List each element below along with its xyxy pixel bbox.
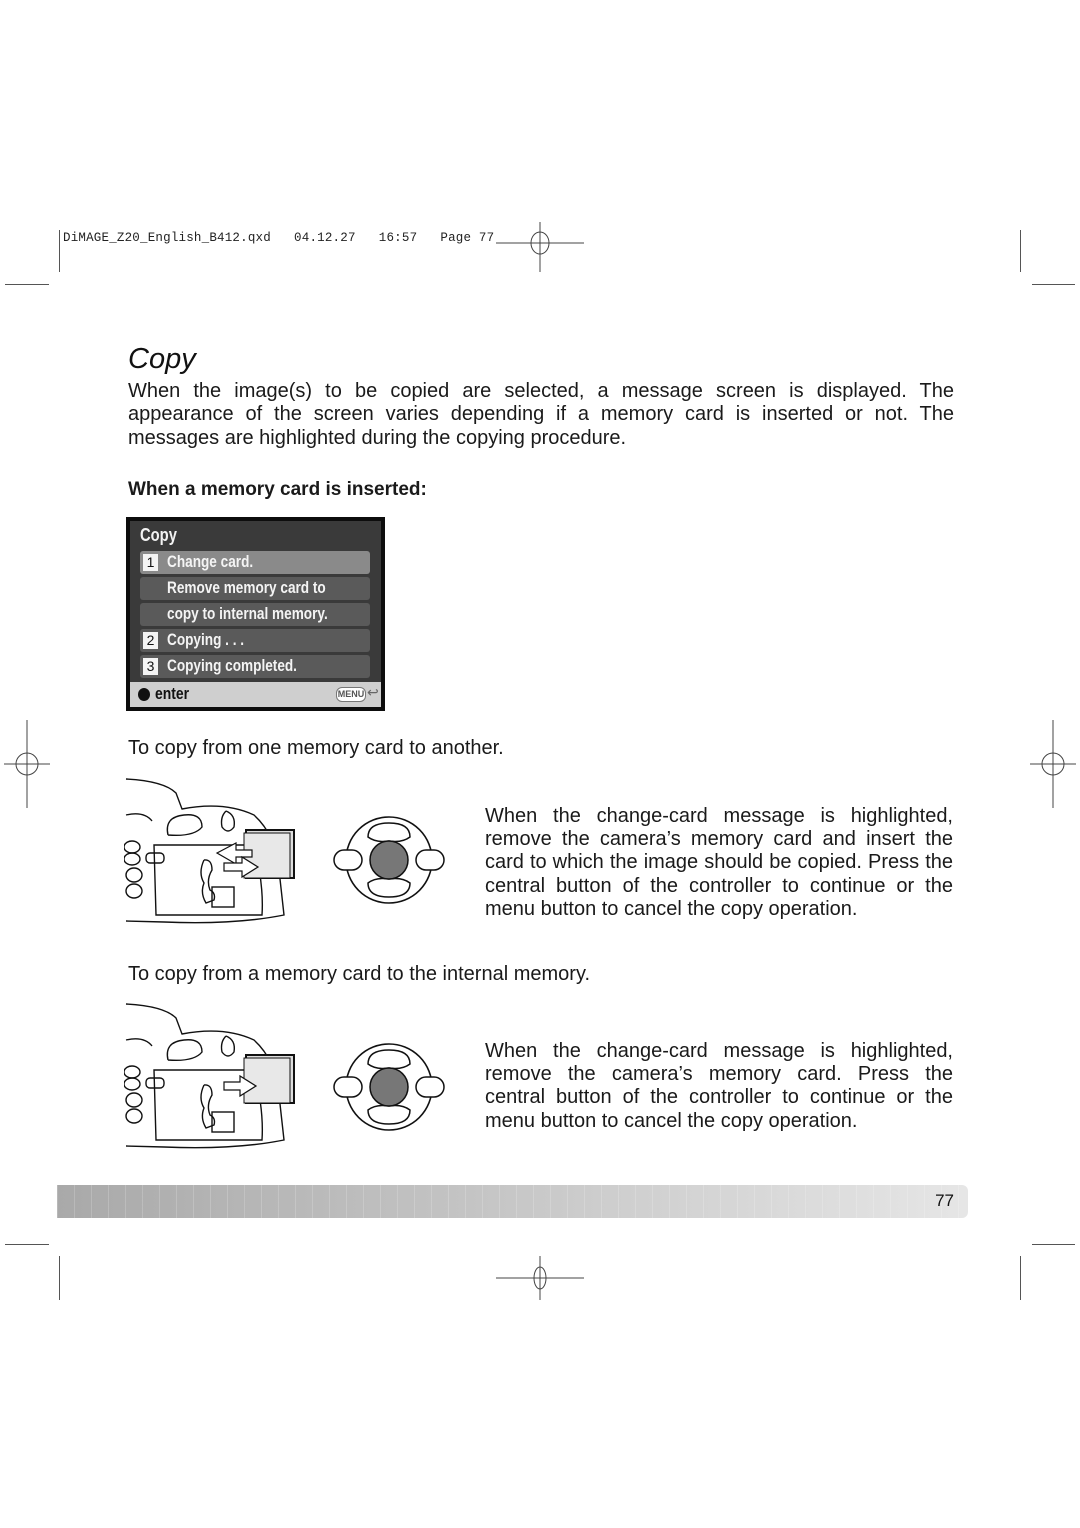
crop-mark — [1020, 230, 1021, 272]
lcd-footer: enter MENU ↩ — [130, 682, 381, 707]
step-number: 3 — [143, 658, 158, 675]
registration-mark-icon — [1030, 720, 1076, 808]
slug-date: 04.12.27 — [294, 231, 356, 245]
footer-stripes — [57, 1185, 968, 1218]
section-caption: To copy from one memory card to another. — [128, 737, 504, 759]
intro-paragraph: When the image(s) to be copied are selec… — [128, 380, 954, 449]
lcd-row-change-card: 1 Change card. — [140, 551, 370, 574]
controller-center-pressed-icon — [333, 816, 445, 904]
crop-mark — [5, 1244, 49, 1245]
lcd-row-text: Copying . . . — [167, 630, 245, 649]
crop-mark — [5, 284, 49, 285]
lcd-row-message: copy to internal memory. — [140, 603, 370, 626]
lcd-row-completed: 3 Copying completed. — [140, 655, 370, 678]
center-button-icon — [138, 688, 150, 701]
registration-mark-icon — [496, 1256, 584, 1300]
lcd-row-text: copy to internal memory. — [167, 604, 328, 623]
print-slug: DiMAGE_Z20_English_B412.qxd 04.12.27 16:… — [63, 231, 494, 245]
camera-card-swap-icon — [124, 778, 295, 924]
slug-page: Page 77 — [440, 231, 495, 245]
slug-time: 16:57 — [378, 231, 418, 245]
section-description: When the change-card message is highligh… — [485, 1040, 953, 1132]
section-description: When the change-card message is highligh… — [485, 805, 953, 920]
controller-center-pressed-icon — [333, 1043, 445, 1131]
step-number: 2 — [143, 632, 158, 649]
enter-label: enter — [155, 684, 190, 703]
lcd-row-text: Remove memory card to — [167, 578, 326, 597]
section-subheading: When a memory card is inserted: — [128, 479, 427, 500]
lcd-row-copying: 2 Copying . . . — [140, 629, 370, 652]
crop-mark — [1032, 1244, 1075, 1245]
registration-mark-icon — [4, 720, 50, 808]
lcd-screen: Copy 1 Change card. Remove memory card t… — [126, 517, 385, 711]
lcd-title: Copy — [140, 525, 177, 545]
lcd-row-message: Remove memory card to — [140, 577, 370, 600]
camera-card-remove-icon — [124, 1003, 295, 1149]
slug-file: DiMAGE_Z20_English_B412.qxd — [63, 231, 271, 245]
crop-mark — [1032, 284, 1075, 285]
lcd-row-text: Change card. — [167, 552, 254, 571]
crop-mark — [59, 1256, 60, 1300]
crop-mark — [59, 230, 60, 272]
registration-mark-icon — [496, 222, 584, 272]
section-caption: To copy from a memory card to the intern… — [128, 963, 591, 985]
page-footer-bar: 77 — [57, 1185, 968, 1218]
return-icon: ↩ — [367, 684, 379, 700]
step-number: 1 — [143, 554, 158, 571]
crop-mark — [1020, 1256, 1021, 1300]
lcd-row-text: Copying completed. — [167, 656, 297, 675]
page-title: Copy — [128, 343, 196, 375]
menu-button-icon: MENU — [336, 687, 366, 702]
page-number: 77 — [935, 1191, 954, 1210]
